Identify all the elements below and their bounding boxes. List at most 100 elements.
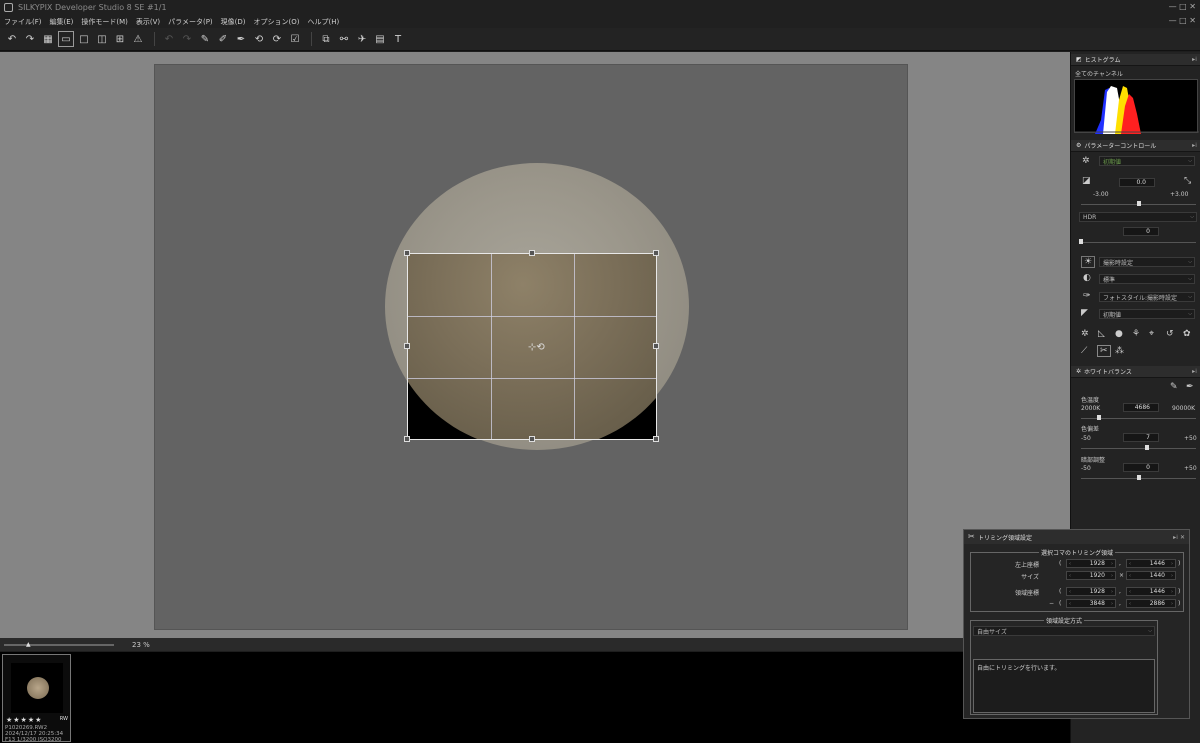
develop-icon[interactable]: ⧉ xyxy=(318,31,334,47)
undo-icon[interactable]: ↶ xyxy=(4,31,20,47)
crop-handle-bottom-right[interactable] xyxy=(653,436,659,442)
batch-icon[interactable]: ⚯ xyxy=(336,31,352,47)
crop-handle-right[interactable] xyxy=(653,343,659,349)
area-x2-input[interactable]: ‹ 3848 › xyxy=(1066,599,1116,608)
four-view-icon[interactable]: ⊞ xyxy=(112,31,128,47)
menu-mode[interactable]: 操作モード(M) xyxy=(81,17,128,27)
document-window-controls[interactable]: — □ ✕ xyxy=(1169,16,1196,25)
rating-stars[interactable]: ★★★★★ xyxy=(6,716,42,724)
crop-handle-left[interactable] xyxy=(404,343,410,349)
dark-adjust-input[interactable]: 0 xyxy=(1123,463,1159,472)
tint-slider[interactable] xyxy=(1081,445,1196,450)
sun-settings-icon[interactable]: ✲ xyxy=(1082,156,1090,166)
rotate-left-icon[interactable]: ⟲ xyxy=(251,31,267,47)
zoom-slider[interactable]: ▲ xyxy=(4,641,114,648)
exposure-input[interactable]: 0.0 xyxy=(1119,178,1155,187)
area-y2-input[interactable]: ‹ 2886 › xyxy=(1126,599,1176,608)
paste-icon[interactable]: ✐ xyxy=(215,31,231,47)
crop-handle-top-right[interactable] xyxy=(653,250,659,256)
curve-icon[interactable]: ◺ xyxy=(1098,329,1105,339)
redo2-icon[interactable]: ↷ xyxy=(179,31,195,47)
image-canvas[interactable]: ⊹⟲ xyxy=(154,64,908,630)
zoom-value[interactable]: 23 % xyxy=(132,641,150,649)
preset-dropdown[interactable]: 初期値 ⌵ xyxy=(1099,156,1195,166)
wb-preset-dropdown[interactable]: 撮影時設定 ⌵ xyxy=(1099,257,1195,267)
hdr-input[interactable]: 0 xyxy=(1123,227,1159,236)
compare-view-icon[interactable]: ◫ xyxy=(94,31,110,47)
stamp-icon[interactable]: ✎ xyxy=(197,31,213,47)
crop-center-move-icon[interactable]: ⊹⟲ xyxy=(528,342,545,353)
auto-exposure-icon[interactable]: ⤡ xyxy=(1184,176,1191,186)
warning-icon[interactable]: ⚠ xyxy=(130,31,146,47)
fine-color-icon[interactable]: ✿ xyxy=(1183,329,1191,339)
window-controls[interactable]: — □ ✕ xyxy=(1169,2,1196,11)
menu-help[interactable]: ヘルプ(H) xyxy=(308,17,340,27)
histogram-channel[interactable]: 全てのチャンネル xyxy=(1075,69,1123,78)
brush-icon[interactable]: ⟋ xyxy=(1081,346,1087,356)
hdr-dropdown[interactable]: HDR ⌵ xyxy=(1079,212,1197,222)
area-x1-input[interactable]: ‹ 1928 › xyxy=(1066,587,1116,596)
menu-edit[interactable]: 編集(E) xyxy=(50,17,74,27)
redo-icon[interactable]: ↷ xyxy=(22,31,38,47)
dark-adjust-slider[interactable] xyxy=(1081,475,1196,480)
eyedropper-icon[interactable]: ✒ xyxy=(233,31,249,47)
white-balance-header[interactable]: ✲ ホワイトバランス ▸⁞ xyxy=(1071,366,1200,378)
sub-sun-icon[interactable]: ✲ xyxy=(1081,329,1089,339)
thumbnail-item[interactable]: ★★★★★ RW P1020269.RW2 2024/12/17 20:25:3… xyxy=(2,654,71,743)
color-temp-input[interactable]: 4686 xyxy=(1123,403,1159,412)
area-y1-input[interactable]: ‹ 1446 › xyxy=(1126,587,1176,596)
menu-develop[interactable]: 現像(D) xyxy=(221,17,246,27)
wb-stamp-icon[interactable]: ✎ xyxy=(1170,382,1178,392)
area-method-dropdown[interactable]: 自由サイズ ⌵ xyxy=(973,626,1155,636)
dark-adjust-slider-thumb[interactable] xyxy=(1136,475,1141,480)
menu-options[interactable]: オプション(O) xyxy=(254,17,300,27)
mark-icon[interactable]: ☑ xyxy=(287,31,303,47)
crop-selection[interactable]: ⊹⟲ xyxy=(407,253,657,440)
menu-parameter[interactable]: パラメータ(P) xyxy=(168,17,212,27)
trimming-icon[interactable]: ✂ xyxy=(1097,345,1111,357)
sharpness-icon[interactable]: ◤ xyxy=(1081,308,1088,318)
histogram-header[interactable]: ◩ ヒストグラム ▸⁞ xyxy=(1071,54,1200,66)
pin-icon[interactable]: ▸⁞ xyxy=(1192,142,1197,149)
undo2-icon[interactable]: ↶ xyxy=(161,31,177,47)
crop-handle-top[interactable] xyxy=(529,250,535,256)
exposure-slider[interactable] xyxy=(1081,201,1196,206)
crop-handle-top-left[interactable] xyxy=(404,250,410,256)
rotate-icon[interactable]: ↺ xyxy=(1166,329,1174,339)
pin-icon[interactable]: ▸⁞ xyxy=(1192,56,1197,63)
menu-view[interactable]: 表示(V) xyxy=(136,17,160,27)
zoom-slider-thumb[interactable]: ▲ xyxy=(26,641,31,648)
top-left-x-input[interactable]: ‹ 1928 › xyxy=(1066,559,1116,568)
parameter-control-header[interactable]: ⚙ パラメーターコントロール ▸⁞ xyxy=(1071,140,1200,152)
color-style-dropdown[interactable]: フォトスタイル:撮影時設定 ⌵ xyxy=(1099,292,1195,302)
color-temp-slider[interactable] xyxy=(1081,415,1196,420)
hdr-slider[interactable] xyxy=(1079,239,1196,244)
trimming-dialog-header[interactable]: ✂ トリミング領域設定 ▸⁞ ✕ xyxy=(964,530,1189,544)
wb-dropper-icon[interactable]: ✒ xyxy=(1186,382,1194,392)
color-temp-slider-thumb[interactable] xyxy=(1097,415,1102,420)
size-width-input[interactable]: ‹ 1920 › xyxy=(1066,571,1116,580)
crop-handle-bottom-left[interactable] xyxy=(404,436,410,442)
image-viewer[interactable]: ⊹⟲ xyxy=(0,52,1070,638)
rotate-right-icon[interactable]: ⟳ xyxy=(269,31,285,47)
tone-icon[interactable]: ◐ xyxy=(1083,273,1091,283)
spot-icon[interactable]: ⁂ xyxy=(1115,346,1124,356)
sharpness-dropdown[interactable]: 初期値 ⌵ xyxy=(1099,309,1195,319)
wb-sun-icon[interactable]: ☀ xyxy=(1081,256,1096,268)
pin-icon[interactable]: ▸⁞ xyxy=(1192,368,1197,375)
tint-input[interactable]: 7 xyxy=(1123,433,1159,442)
size-height-input[interactable]: ‹ 1440 › xyxy=(1126,571,1176,580)
text-icon[interactable]: T xyxy=(390,31,406,47)
noise-icon[interactable]: ⚘ xyxy=(1132,329,1140,339)
top-left-y-input[interactable]: ‹ 1446 › xyxy=(1126,559,1176,568)
tone-dropdown[interactable]: 標準 ⌵ xyxy=(1099,274,1195,284)
menu-file[interactable]: ファイル(F) xyxy=(4,17,42,27)
exposure-icon[interactable]: ◪ xyxy=(1082,176,1091,186)
preview-icon[interactable]: ▤ xyxy=(372,31,388,47)
lens-icon[interactable]: ⌖ xyxy=(1149,329,1154,339)
exposure-slider-thumb[interactable] xyxy=(1136,201,1141,206)
dialog-pin-close-icon[interactable]: ▸⁞ ✕ xyxy=(1173,534,1185,541)
single-view-icon[interactable]: □ xyxy=(76,31,92,47)
tint-slider-thumb[interactable] xyxy=(1144,445,1149,450)
hdr-slider-thumb[interactable] xyxy=(1079,239,1083,244)
